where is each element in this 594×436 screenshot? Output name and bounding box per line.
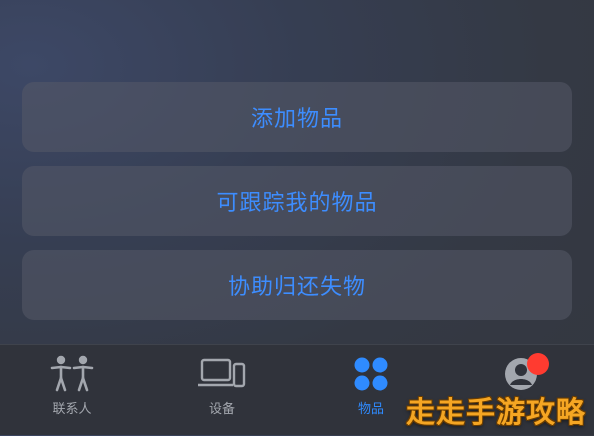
trackable-items-button[interactable]: 可跟踪我的物品 — [22, 166, 572, 236]
watermark-text: 走走手游攻略 — [405, 395, 586, 429]
trackable-items-label: 可跟踪我的物品 — [216, 191, 378, 216]
notification-badge — [527, 353, 549, 375]
items-grid-icon — [346, 353, 396, 395]
people-icon — [47, 353, 97, 395]
add-item-label: 添加物品 — [250, 107, 343, 132]
tab-devices[interactable]: 设备 — [162, 345, 282, 436]
tab-people[interactable]: 联系人 — [12, 345, 132, 436]
tab-people-label: 联系人 — [52, 402, 92, 417]
add-item-button[interactable]: 添加物品 — [22, 82, 572, 152]
help-return-lost-item-button[interactable]: 协助归还失物 — [22, 250, 572, 320]
tab-devices-label: 设备 — [208, 402, 235, 417]
tab-items-label: 物品 — [357, 402, 384, 417]
devices-icon — [197, 353, 247, 395]
help-return-label: 协助归还失物 — [227, 275, 366, 300]
